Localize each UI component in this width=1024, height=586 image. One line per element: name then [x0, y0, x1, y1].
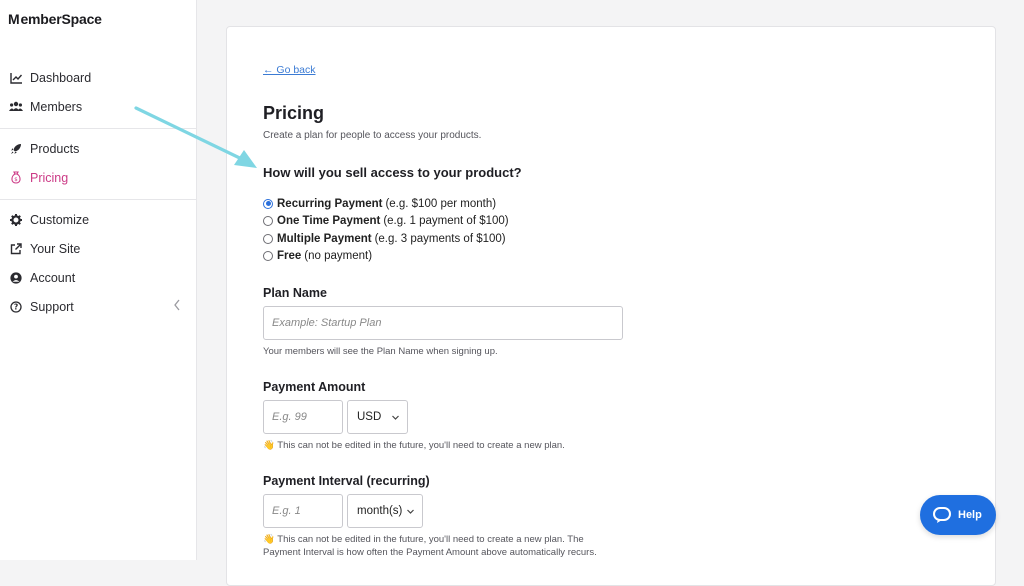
- user-circle-icon: [9, 271, 23, 285]
- svg-text:$: $: [14, 177, 18, 183]
- radio-multiple[interactable]: [263, 233, 273, 244]
- currency-select[interactable]: USD: [347, 400, 408, 434]
- radio-recurring[interactable]: [263, 198, 273, 209]
- users-icon: [9, 100, 23, 114]
- go-back-link[interactable]: ← Go back: [263, 64, 316, 76]
- radio-free[interactable]: [263, 251, 273, 262]
- option-title: Recurring Payment: [277, 197, 383, 210]
- help-label: Help: [958, 509, 982, 521]
- sell-access-question: How will you sell access to your product…: [263, 165, 522, 180]
- sidebar-item-label: Support: [30, 299, 74, 314]
- help-button[interactable]: Help: [920, 495, 996, 535]
- payment-amount-hint: 👋 This can not be edited in the future, …: [263, 440, 565, 451]
- option-title: Multiple Payment: [277, 232, 372, 245]
- option-example: (e.g. 3 payments of $100): [374, 232, 506, 245]
- option-example: (no payment): [304, 250, 373, 263]
- sidebar-item-dashboard[interactable]: Dashboard: [0, 63, 197, 92]
- payment-interval-hint: 👋 This can not be edited in the future, …: [263, 533, 597, 559]
- sidebar: MemberSpace Dashboard Members Products $: [0, 0, 197, 560]
- option-title: One Time Payment: [277, 215, 381, 228]
- payment-amount-input[interactable]: E.g. 99: [263, 400, 343, 434]
- plan-name-hint: Your members will see the Plan Name when…: [263, 346, 498, 357]
- option-title: Free: [277, 250, 302, 263]
- page-subtitle: Create a plan for people to access your …: [263, 130, 482, 141]
- sidebar-item-label: Members: [30, 99, 83, 114]
- hint-line: 👋 This can not be edited in the future, …: [263, 534, 584, 545]
- nav-group-settings: Customize Your Site Account ? Support: [0, 205, 197, 321]
- sidebar-item-customize[interactable]: Customize: [0, 205, 197, 234]
- page-title: Pricing: [263, 103, 325, 123]
- annotation-arrow: [134, 106, 257, 168]
- sidebar-item-label: Pricing: [30, 170, 69, 185]
- option-one-time-payment[interactable]: One Time Payment (e.g. 1 payment of $100…: [263, 213, 509, 231]
- option-example: (e.g. 1 payment of $100): [383, 215, 509, 228]
- logo-text: emberSpace: [20, 11, 102, 27]
- option-example: (e.g. $100 per month): [385, 197, 497, 210]
- payment-interval-input[interactable]: E.g. 1: [263, 494, 343, 528]
- currency-value: USD: [357, 411, 382, 423]
- rocket-icon: [9, 142, 23, 156]
- external-link-icon: [9, 242, 23, 256]
- radio-one-time[interactable]: [263, 216, 273, 227]
- interval-unit-value: month(s): [357, 505, 403, 517]
- sidebar-item-account[interactable]: Account: [0, 263, 197, 292]
- money-bag-icon: $: [9, 171, 23, 185]
- sidebar-item-label: Products: [30, 141, 80, 156]
- interval-unit-select[interactable]: month(s): [347, 494, 423, 528]
- sidebar-divider: [0, 199, 197, 200]
- chevron-left-icon[interactable]: [172, 298, 182, 312]
- plan-name-input[interactable]: Example: Startup Plan: [263, 306, 623, 340]
- hint-line: Payment Interval is how often the Paymen…: [263, 547, 597, 558]
- sidebar-item-label: Customize: [30, 212, 90, 227]
- chart-line-icon: [9, 71, 23, 85]
- plan-name-label: Plan Name: [263, 286, 327, 300]
- chat-bubble-icon: [933, 507, 951, 523]
- chevron-down-icon: [392, 415, 399, 420]
- sidebar-item-label: Your Site: [30, 241, 81, 256]
- option-multiple-payment[interactable]: Multiple Payment (e.g. 3 payments of $10…: [263, 230, 509, 248]
- pricing-card: ← Go back Pricing Create a plan for peop…: [226, 26, 996, 586]
- gear-icon: [9, 213, 23, 227]
- sidebar-item-support[interactable]: ? Support: [0, 292, 197, 321]
- app-logo[interactable]: MemberSpace: [8, 11, 102, 27]
- sidebar-item-your-site[interactable]: Your Site: [0, 234, 197, 263]
- chevron-down-icon: [407, 509, 414, 514]
- logo-mark: M: [8, 11, 20, 27]
- payment-type-options: Recurring Payment (e.g. $100 per month) …: [263, 195, 509, 265]
- option-free[interactable]: Free (no payment): [263, 248, 509, 266]
- payment-amount-label: Payment Amount: [263, 380, 366, 394]
- payment-interval-label: Payment Interval (recurring): [263, 474, 430, 488]
- svg-text:?: ?: [14, 302, 18, 311]
- sidebar-item-label: Dashboard: [30, 70, 92, 85]
- sidebar-item-label: Account: [30, 270, 76, 285]
- question-circle-icon: ?: [9, 300, 23, 314]
- option-recurring-payment[interactable]: Recurring Payment (e.g. $100 per month): [263, 195, 509, 213]
